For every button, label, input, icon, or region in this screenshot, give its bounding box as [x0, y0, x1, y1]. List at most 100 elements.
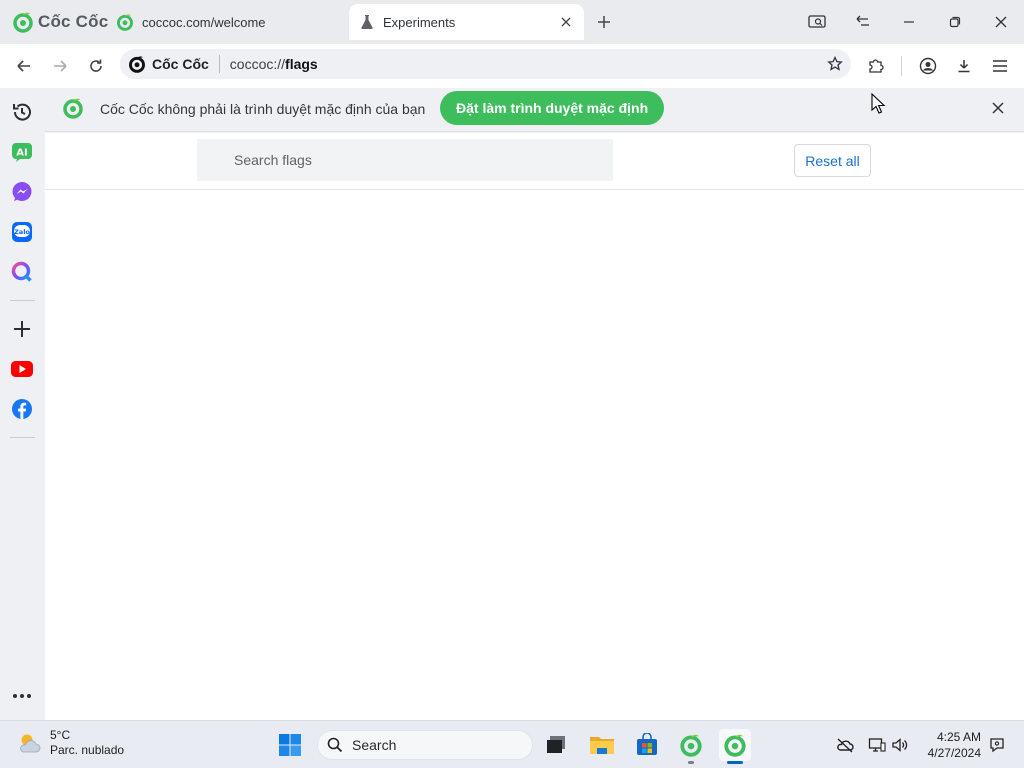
- main-menu-button[interactable]: [986, 52, 1014, 80]
- site-identity[interactable]: Cốc Cốc: [120, 55, 209, 73]
- youtube-icon: [11, 361, 33, 377]
- forward-button[interactable]: [46, 52, 74, 80]
- flags-page: Search flags Reset all: [45, 133, 1024, 720]
- infobar-message: Cốc Cốc không phải là trình duyệt mặc đị…: [100, 101, 426, 117]
- new-tab-button[interactable]: [592, 10, 616, 34]
- tab-search-button[interactable]: [802, 8, 832, 36]
- brand-name: Cốc Cốc: [38, 12, 109, 31]
- back-button[interactable]: [10, 52, 38, 80]
- divider: [901, 56, 902, 76]
- weather-widget[interactable]: 5°C Parc. nublado: [16, 728, 124, 758]
- download-icon: [958, 60, 970, 73]
- coccoc-logo-icon: [13, 12, 33, 33]
- volume-icon: [892, 738, 908, 752]
- toolbar: Cốc Cốc coccoc://flags: [0, 44, 1024, 88]
- network-icon: [868, 738, 886, 752]
- notifications-button[interactable]: [987, 735, 1007, 755]
- sidebar-facebook-button[interactable]: [10, 397, 34, 421]
- divider: [10, 300, 35, 301]
- store-icon: [637, 733, 657, 755]
- weather-desc: Parc. nublado: [50, 743, 125, 757]
- tray-network[interactable]: [867, 735, 887, 755]
- sidebar-q-button[interactable]: [10, 260, 34, 284]
- taskbar: 5°C Parc. nublado Search 4:25 AM 4/27/20…: [0, 720, 1024, 768]
- notification-settings-icon: [990, 738, 1004, 753]
- close-icon: [561, 17, 571, 27]
- messenger-icon: [12, 182, 32, 201]
- downloads-button[interactable]: [950, 52, 978, 80]
- sidebar-messenger-button[interactable]: [10, 180, 34, 204]
- close-window-button[interactable]: [986, 8, 1016, 36]
- close-icon: [992, 102, 1004, 114]
- back-arrow-button[interactable]: [848, 8, 878, 36]
- taskbar-store[interactable]: [631, 729, 663, 761]
- bookmark-button[interactable]: [825, 54, 845, 74]
- taskbar-task-view[interactable]: [540, 729, 572, 761]
- restore-button[interactable]: [940, 8, 970, 36]
- star-icon: [827, 56, 843, 71]
- tab-title: coccoc.com/welcome: [142, 14, 266, 30]
- puzzle-icon: [869, 59, 884, 73]
- divider: [218, 55, 220, 73]
- search-flags-input[interactable]: Search flags: [197, 139, 613, 181]
- tray-volume[interactable]: [890, 735, 910, 755]
- url-text[interactable]: coccoc://flags: [230, 56, 318, 72]
- active-indicator: [727, 761, 743, 764]
- coccoc-menu-button[interactable]: Cốc Cốc: [12, 10, 108, 34]
- arrow-left-icon: [17, 60, 30, 72]
- facebook-icon: [12, 399, 32, 419]
- sidebar-zalo-button[interactable]: Zalo: [10, 220, 34, 244]
- divider: [10, 437, 35, 438]
- extensions-button[interactable]: [862, 52, 890, 80]
- taskbar-search[interactable]: Search: [317, 730, 533, 760]
- tab-search-icon: [808, 15, 826, 28]
- tab-bar: Cốc Cốc coccoc.com/welcome Experiments: [0, 0, 1024, 44]
- search-icon: [327, 737, 343, 753]
- sidebar-more-button[interactable]: [10, 684, 34, 708]
- reload-icon: [90, 59, 102, 72]
- flags-header: Search flags Reset all: [45, 133, 1024, 190]
- coccoc-logo-icon: [680, 734, 702, 757]
- taskbar-coccoc-active[interactable]: [719, 729, 751, 764]
- taskbar-file-explorer[interactable]: [586, 729, 618, 761]
- omnibox-brand: Cốc Cốc: [152, 56, 209, 72]
- cloud-offline-icon: [837, 738, 854, 753]
- hamburger-icon: [993, 60, 1007, 72]
- task-view-icon: [547, 736, 565, 753]
- tab-welcome[interactable]: coccoc.com/welcome: [106, 4, 344, 40]
- flask-icon: [361, 15, 373, 29]
- sidebar-add-button[interactable]: [10, 317, 34, 341]
- sidebar-history-button[interactable]: [10, 100, 34, 124]
- coccoc-logo-icon: [117, 14, 133, 31]
- close-infobar-button[interactable]: [988, 98, 1008, 118]
- svg-text:Zalo: Zalo: [14, 228, 30, 236]
- tab-title: Experiments: [383, 14, 456, 30]
- reset-all-button[interactable]: Reset all: [794, 144, 871, 177]
- close-tab-button[interactable]: [556, 12, 576, 32]
- more-icon: [13, 694, 31, 698]
- history-icon: [13, 103, 31, 121]
- reload-button[interactable]: [82, 52, 110, 80]
- set-default-browser-button[interactable]: Đặt làm trình duyệt mặc định: [440, 91, 665, 125]
- windows-logo-icon: [279, 734, 301, 756]
- profile-button[interactable]: [914, 52, 942, 80]
- running-indicator: [688, 761, 694, 764]
- sidebar-ai-button[interactable]: AI: [10, 140, 34, 164]
- taskbar-clock[interactable]: 4:25 AM 4/27/2024: [918, 729, 981, 761]
- svg-text:AI: AI: [16, 148, 27, 159]
- folder-icon: [590, 737, 614, 754]
- taskbar-search-label: Search: [352, 737, 397, 753]
- sidebar: AI Zalo: [0, 88, 45, 720]
- tray-onedrive[interactable]: [835, 735, 855, 755]
- sidebar-youtube-button[interactable]: [10, 357, 34, 381]
- address-bar[interactable]: Cốc Cốc coccoc://flags: [120, 49, 851, 79]
- ai-icon: AI: [12, 143, 32, 162]
- taskbar-coccoc-app[interactable]: [675, 729, 707, 764]
- zalo-icon: Zalo: [12, 222, 32, 242]
- minimize-button[interactable]: [894, 8, 924, 36]
- profile-icon: [919, 57, 937, 75]
- restore-icon: [949, 16, 961, 28]
- tab-experiments[interactable]: Experiments: [349, 4, 584, 40]
- plus-icon: [598, 16, 610, 28]
- start-button[interactable]: [274, 729, 306, 761]
